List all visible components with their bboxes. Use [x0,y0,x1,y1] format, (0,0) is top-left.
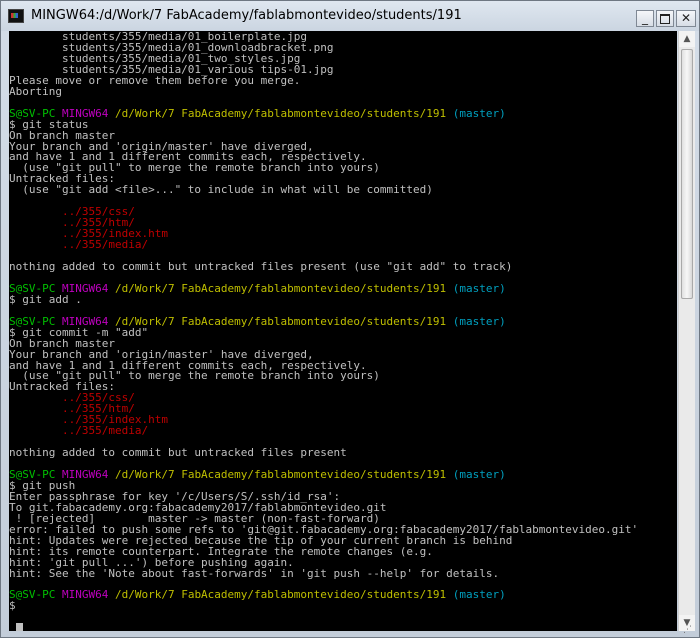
terminal-line: nothing added to commit but untracked fi… [9,261,512,272]
terminal-text-segment: (master) [446,106,506,120]
terminal-text-segment: /d/Work/7 FabAcademy/fablabmontevideo/st… [114,588,447,602]
terminal-text-segment: $ [9,599,16,613]
terminal-text-segment: nothing added to commit but untracked fi… [9,259,513,273]
terminal-text-segment: /d/Work/7 FabAcademy/fablabmontevideo/st… [114,468,447,481]
terminal-line: Aborting [9,86,62,97]
terminal-text-segment: (master) [446,468,506,481]
terminal-text-segment: ../355/media/ [61,238,149,252]
resize-grip-icon[interactable]: ⋰ [683,625,695,635]
terminal-output[interactable]: students/355/media/01_boilerplate.jpg st… [9,31,677,631]
scroll-up-arrow-icon[interactable]: ▲ [679,31,695,47]
terminal-line: nothing added to commit but untracked fi… [9,447,347,458]
terminal-text-segment: /d/Work/7 FabAcademy/fablabmontevideo/st… [114,281,447,295]
terminal-text-segment: hint: See the 'Note about fast-forwards'… [9,566,500,580]
terminal-text-segment: (use "git add <file>..." to include in w… [9,183,433,197]
maximize-button[interactable] [656,10,674,27]
title-bar[interactable]: MINGW64:/d/Work/7 FabAcademy/fablabmonte… [1,1,699,31]
terminal-text-segment: /d/Work/7 FabAcademy/fablabmontevideo/st… [114,106,447,120]
window-title: MINGW64:/d/Work/7 FabAcademy/fablabmonte… [31,8,462,23]
terminal-text-segment: MINGW64 [61,588,115,602]
terminal-line: S@SV-PC MINGW64 /d/Work/7 FabAcademy/fab… [9,589,506,600]
terminal-line: S@SV-PC MINGW64 /d/Work/7 FabAcademy/fab… [9,283,506,294]
terminal-line: $ git add . [9,294,82,305]
terminal-text-segment: nothing added to commit but untracked fi… [9,446,347,460]
terminal-window: MINGW64:/d/Work/7 FabAcademy/fablabmonte… [0,0,700,638]
maximize-icon [660,14,670,24]
text-cursor [16,623,23,631]
terminal-text-segment: ../355/media/ [61,424,149,438]
scrollbar-thumb[interactable] [681,49,693,299]
terminal-text-segment: (master) [446,314,506,328]
minimize-button[interactable]: _ [636,10,654,27]
terminal-text-segment: (master) [446,588,506,602]
terminal-text-segment: $ git add . [9,292,82,306]
terminal-line: (use "git add <file>..." to include in w… [9,184,433,195]
terminal-line: $ [9,600,16,611]
terminal-line: ../355/media/ [9,425,148,436]
terminal-text-segment: /d/Work/7 FabAcademy/fablabmontevideo/st… [114,314,447,328]
terminal-line: hint: See the 'Note about fast-forwards'… [9,568,499,579]
close-button[interactable]: ✕ [676,10,696,27]
vertical-scrollbar[interactable]: ▲ ▼ [678,31,695,631]
terminal-text-segment: S@SV-PC [9,588,62,602]
mingw-app-icon[interactable] [8,9,24,23]
terminal-text-segment: Aborting [9,84,62,98]
terminal-text-segment: (master) [446,281,506,295]
terminal-line: ../355/media/ [9,239,148,250]
terminal-line: S@SV-PC MINGW64 /d/Work/7 FabAcademy/fab… [9,469,506,480]
